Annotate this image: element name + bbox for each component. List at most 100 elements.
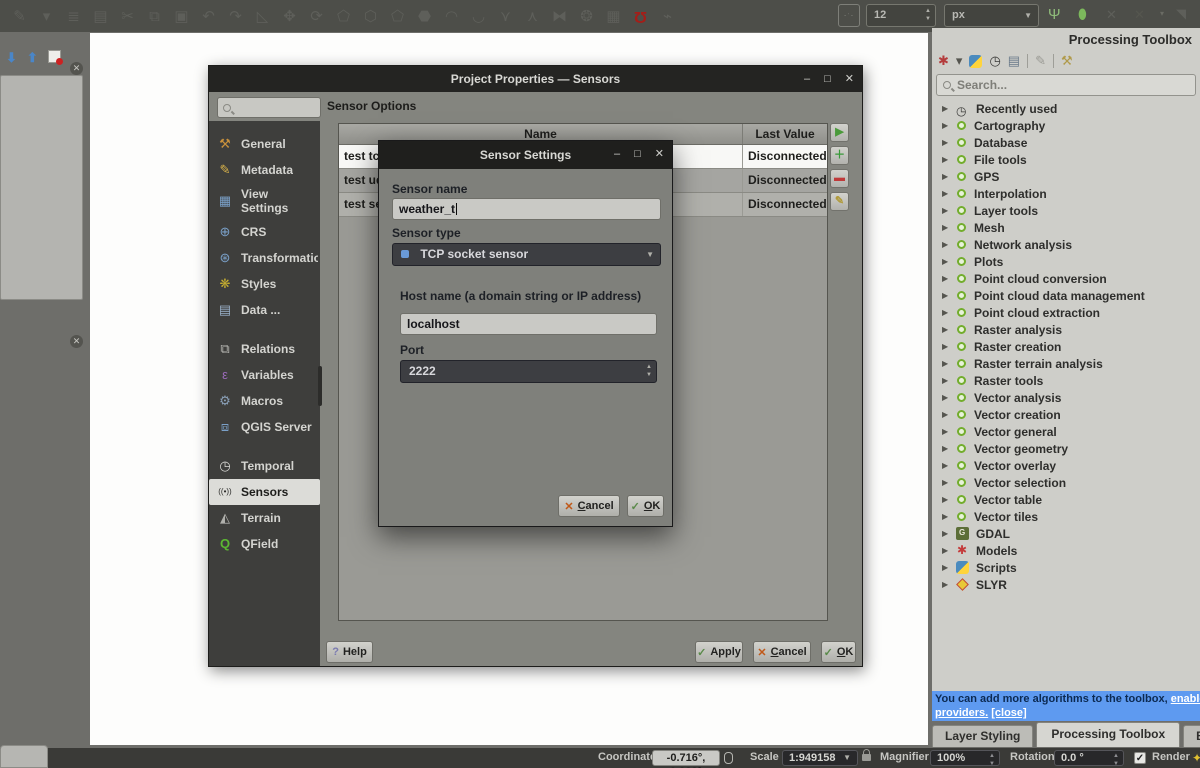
sensor-settings-titlebar[interactable]: Sensor Settings – □ ✕ xyxy=(379,141,672,169)
edit-pencil-icon[interactable]: ✎ xyxy=(6,7,33,25)
toolbox-group-vector-geometry[interactable]: ▶Vector geometry xyxy=(932,440,1200,457)
expand-arrow-icon[interactable]: ▶ xyxy=(942,172,949,181)
expand-all-icon[interactable]: ⬇ xyxy=(6,50,17,66)
sidebar-item-view-settings[interactable]: ▦View Settings xyxy=(209,183,320,219)
add-sensor-button[interactable]: ＋ xyxy=(830,146,849,165)
left-panel2-close-icon[interactable]: ✕ xyxy=(70,335,83,348)
edit-attributes-icon[interactable]: ≣ xyxy=(60,7,87,25)
toolbox-group-cartography[interactable]: ▶Cartography xyxy=(932,117,1200,134)
expand-arrow-icon[interactable]: ▶ xyxy=(942,223,949,232)
vertex-tool-icon[interactable]: Ψ xyxy=(1048,6,1061,23)
expand-arrow-icon[interactable]: ▶ xyxy=(942,393,949,402)
spin-arrows-icon[interactable]: ▲▼ xyxy=(989,752,995,768)
properties-titlebar[interactable]: Project Properties — Sensors – □ ✕ xyxy=(209,66,862,92)
left-panel-close-icon[interactable]: ✕ xyxy=(70,62,83,75)
expand-arrow-icon[interactable]: ▶ xyxy=(942,308,949,317)
mouse-tracking-icon[interactable] xyxy=(724,752,733,764)
remove-sensor-button[interactable]: ▬ xyxy=(830,169,849,188)
add-ring-icon[interactable]: ⬠ xyxy=(330,7,357,25)
ok-button[interactable]: ✓ OK xyxy=(821,641,856,663)
toolbox-group-recently-used[interactable]: ▶Recently used xyxy=(932,100,1200,117)
toolbox-group-vector-analysis[interactable]: ▶Vector analysis xyxy=(932,389,1200,406)
expand-arrow-icon[interactable]: ▶ xyxy=(942,342,949,351)
split-features-icon[interactable]: ⋎ xyxy=(492,7,519,25)
expand-arrow-icon[interactable]: ▶ xyxy=(942,529,949,538)
sidebar-item-metadata[interactable]: ✎Metadata xyxy=(209,157,320,183)
spin-arrows-icon[interactable]: ▲▼ xyxy=(1113,752,1119,768)
toolbox-group-models[interactable]: ▶Models xyxy=(932,542,1200,559)
help-button[interactable]: ? Help xyxy=(326,641,373,663)
reshape-features-icon[interactable]: ◠ xyxy=(438,7,465,25)
toolbox-group-raster-creation[interactable]: ▶Raster creation xyxy=(932,338,1200,355)
undo-icon[interactable]: ↶ xyxy=(195,7,222,25)
expand-arrow-icon[interactable]: ▶ xyxy=(942,563,949,572)
move-feature-icon[interactable]: ✥ xyxy=(276,7,303,25)
snapping-tolerance-spinbox[interactable]: 12 ▲▼ xyxy=(866,4,936,27)
paste-features-icon[interactable]: ▣ xyxy=(168,7,195,25)
toolbox-group-vector-overlay[interactable]: ▶Vector overlay xyxy=(932,457,1200,474)
expand-arrow-icon[interactable]: ▶ xyxy=(942,206,949,215)
sidebar-scrollbar[interactable] xyxy=(318,366,322,406)
snapping-unit-combo[interactable]: px ▼ xyxy=(944,4,1039,27)
toolbox-group-database[interactable]: ▶Database xyxy=(932,134,1200,151)
sidebar-item-qfield[interactable]: QQField xyxy=(209,531,320,557)
expand-arrow-icon[interactable]: ▶ xyxy=(942,495,949,504)
sidebar-item-sensors[interactable]: ((•))Sensors xyxy=(209,479,320,505)
maximize-icon[interactable]: □ xyxy=(634,149,641,160)
toolbox-group-layer-tools[interactable]: ▶Layer tools xyxy=(932,202,1200,219)
delete-selected-icon[interactable]: ▤ xyxy=(87,7,114,25)
dropdown-caret-icon[interactable]: ▾ xyxy=(33,7,60,25)
shape-digitizing-icon[interactable]: ⬮ xyxy=(1078,6,1087,23)
toolbox-group-network-analysis[interactable]: ▶Network analysis xyxy=(932,236,1200,253)
tab-layer-styling[interactable]: Layer Styling xyxy=(932,725,1033,747)
sensor-type-combo[interactable]: TCP socket sensor ▼ xyxy=(392,243,661,266)
port-spinbox[interactable]: 2222 ▲▼ xyxy=(400,360,657,383)
toolbox-group-vector-tiles[interactable]: ▶Vector tiles xyxy=(932,508,1200,525)
delete-part-icon[interactable]: ⬣ xyxy=(411,7,438,25)
toolbox-group-plots[interactable]: ▶Plots xyxy=(932,253,1200,270)
host-input[interactable]: localhost xyxy=(400,313,657,335)
toolbox-group-mesh[interactable]: ▶Mesh xyxy=(932,219,1200,236)
grid-icon[interactable]: ▦ xyxy=(600,7,627,25)
expand-arrow-icon[interactable]: ▶ xyxy=(942,291,949,300)
expand-arrow-icon[interactable]: ▶ xyxy=(942,359,949,368)
toolbox-group-vector-creation[interactable]: ▶Vector creation xyxy=(932,406,1200,423)
sidebar-item-variables[interactable]: εVariables xyxy=(209,362,320,388)
expand-arrow-icon[interactable]: ▶ xyxy=(942,410,949,419)
scale-lock-icon[interactable] xyxy=(862,754,871,761)
column-last-value[interactable]: Last Value xyxy=(743,124,827,144)
toolbox-group-file-tools[interactable]: ▶File tools xyxy=(932,151,1200,168)
tab-processing-toolbox[interactable]: Processing Toolbox xyxy=(1036,722,1180,747)
expand-arrow-icon[interactable]: ▶ xyxy=(942,512,949,521)
spin-arrows-icon[interactable]: ▲▼ xyxy=(925,7,931,23)
magnifier-spinbox[interactable]: 100% ▲▼ xyxy=(930,750,1000,766)
spin-arrows-icon[interactable]: ▲▼ xyxy=(646,363,652,379)
cut-features-icon[interactable]: ✂ xyxy=(114,7,141,25)
toolbox-group-raster-terrain-analysis[interactable]: ▶Raster terrain analysis xyxy=(932,355,1200,372)
toolbox-group-point-cloud-conversion[interactable]: ▶Point cloud conversion xyxy=(932,270,1200,287)
collapse-all-icon[interactable]: ⬆ xyxy=(27,50,38,66)
rotate-feature-icon[interactable]: ⟳ xyxy=(303,7,330,25)
python-icon[interactable] xyxy=(969,55,982,68)
expand-arrow-icon[interactable]: ▶ xyxy=(942,189,949,198)
tracing-icon[interactable]: ⌁ xyxy=(654,7,681,25)
expand-arrow-icon[interactable]: ▶ xyxy=(942,138,949,147)
cancel-button[interactable]: ✕ Cancel xyxy=(753,641,811,663)
fill-ring-icon[interactable]: ⬡ xyxy=(357,7,384,25)
advanced-digitizing-button[interactable]: ·ˑ· xyxy=(838,4,860,27)
rotation-spinbox[interactable]: 0.0 ° ▲▼ xyxy=(1054,750,1124,766)
expand-arrow-icon[interactable]: ▶ xyxy=(942,427,949,436)
tab-browser[interactable]: Browser xyxy=(1183,725,1200,747)
close-icon[interactable]: ✕ xyxy=(655,149,664,160)
split-parts-icon[interactable]: ⋏ xyxy=(519,7,546,25)
expand-arrow-icon[interactable]: ▶ xyxy=(942,546,949,555)
sidebar-item-styles[interactable]: ❋Styles xyxy=(209,271,320,297)
merge-features-icon[interactable]: ⧓ xyxy=(546,7,573,25)
toolbox-group-raster-analysis[interactable]: ▶Raster analysis xyxy=(932,321,1200,338)
remove-layer-icon[interactable] xyxy=(48,50,61,63)
toolbox-group-point-cloud-extraction[interactable]: ▶Point cloud extraction xyxy=(932,304,1200,321)
expand-arrow-icon[interactable]: ▶ xyxy=(942,240,949,249)
expand-arrow-icon[interactable]: ▶ xyxy=(942,104,949,113)
expand-arrow-icon[interactable]: ▶ xyxy=(942,461,949,470)
toolbox-group-vector-table[interactable]: ▶Vector table xyxy=(932,491,1200,508)
